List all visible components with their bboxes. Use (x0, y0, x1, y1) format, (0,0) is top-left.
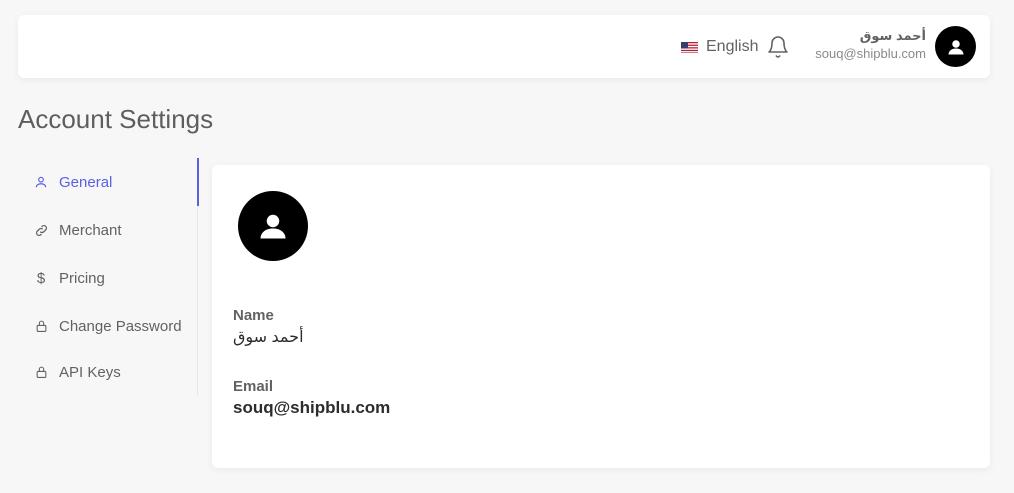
page-title: Account Settings (18, 104, 214, 134)
email-value: souq@shipblu.com (233, 398, 391, 417)
sidebar-item-pricing[interactable]: $ Pricing (18, 254, 198, 302)
user-name: أحمد سوق (859, 28, 926, 43)
language-selector[interactable]: English (681, 36, 758, 58)
active-indicator (197, 158, 199, 206)
top-navbar: English أحمد سوق souq@shipblu.com (18, 15, 990, 78)
user-email: souq@shipblu.com (815, 46, 926, 61)
user-silhouette-icon (260, 214, 286, 239)
user-icon (33, 174, 49, 190)
sidebar-item-label: Pricing (59, 269, 105, 287)
dollar-icon: $ (36, 269, 46, 287)
sidebar-item-label: General (59, 173, 113, 191)
sidebar-item-label: Merchant (59, 221, 122, 239)
user-info[interactable]: أحمد سوق souq@shipblu.com (815, 27, 926, 63)
name-label: Name (233, 307, 274, 324)
lock-icon (33, 364, 49, 380)
link-icon (33, 222, 49, 238)
sidebar-item-label: API Keys (59, 363, 121, 381)
notifications-bell-icon[interactable] (767, 35, 789, 59)
profile-avatar[interactable] (238, 191, 308, 261)
sidebar-item-api-keys[interactable]: API Keys (18, 348, 198, 396)
lock-icon (33, 318, 49, 334)
sidebar-item-label: Change Password (59, 317, 182, 335)
name-value: أحمد سوق (233, 329, 304, 346)
profile-card: Name أحمد سوق Email souq@shipblu.com (212, 165, 990, 468)
email-label: Email (233, 378, 274, 395)
us-flag-icon (681, 41, 698, 53)
sidebar-item-change-password[interactable]: Change Password (18, 302, 198, 350)
sidebar-item-merchant[interactable]: Merchant (18, 206, 198, 254)
user-silhouette-icon (948, 39, 963, 54)
user-avatar[interactable] (935, 26, 976, 67)
settings-sidebar: General Merchant $ Pricing Change Passwo… (18, 158, 199, 396)
sidebar-item-general[interactable]: General (18, 158, 199, 206)
language-label: English (706, 38, 759, 55)
